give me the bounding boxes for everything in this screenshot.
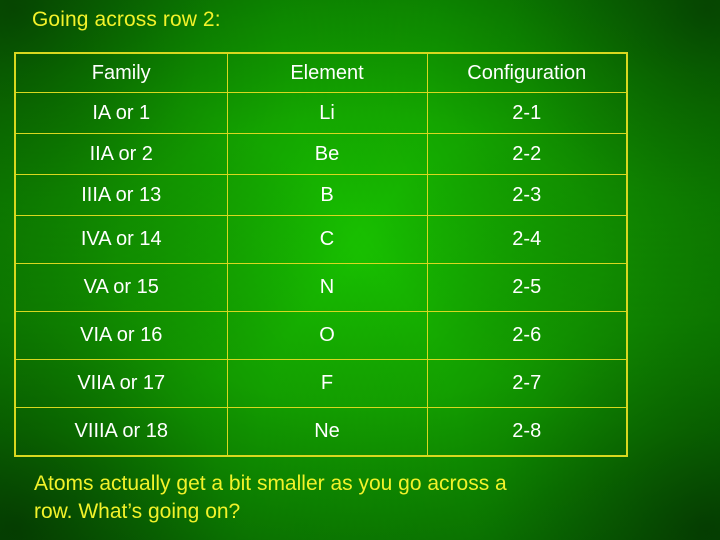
cell-element: Li (226, 92, 428, 134)
table-row: IA or 1 Li 2-1 (14, 92, 628, 134)
column-header-element: Element (226, 52, 428, 93)
cell-family: IIIA or 13 (14, 174, 228, 216)
cell-configuration: 2-2 (426, 133, 628, 175)
cell-configuration: 2-3 (426, 174, 628, 216)
table-row: VIIIA or 18 Ne 2-8 (14, 407, 628, 457)
footer-text: Atoms actually get a bit smaller as you … (34, 470, 694, 527)
periodic-row-table: Family Element Configuration IA or 1 Li … (14, 52, 628, 457)
table-row: IVA or 14 C 2-4 (14, 215, 628, 264)
footer-line-1: Atoms actually get a bit smaller as you … (34, 472, 507, 495)
column-header-family: Family (14, 52, 228, 93)
data-table: Family Element Configuration IA or 1 Li … (14, 52, 628, 457)
cell-family: VIA or 16 (14, 311, 228, 360)
cell-element: Be (226, 133, 428, 175)
cell-element: N (226, 263, 428, 312)
cell-element: B (226, 174, 428, 216)
slide: Going across row 2: Family Element Confi… (0, 0, 720, 540)
cell-configuration: 2-6 (426, 311, 628, 360)
cell-configuration: 2-8 (426, 407, 628, 457)
table-row: IIA or 2 Be 2-2 (14, 133, 628, 175)
cell-family: IA or 1 (14, 92, 228, 134)
cell-element: F (226, 359, 428, 408)
cell-configuration: 2-7 (426, 359, 628, 408)
cell-family: VIIIA or 18 (14, 407, 228, 457)
table-row: VA or 15 N 2-5 (14, 263, 628, 312)
cell-configuration: 2-4 (426, 215, 628, 264)
column-header-configuration: Configuration (426, 52, 628, 93)
page-title: Going across row 2: (32, 8, 221, 31)
table-row: IIIA or 13 B 2-3 (14, 174, 628, 216)
cell-configuration: 2-1 (426, 92, 628, 134)
footer-line-2: row. What’s going on? (34, 500, 241, 524)
cell-family: IVA or 14 (14, 215, 228, 264)
cell-family: IIA or 2 (14, 133, 228, 175)
cell-element: Ne (226, 407, 428, 457)
cell-family: VA or 15 (14, 263, 228, 312)
cell-family: VIIA or 17 (14, 359, 228, 408)
cell-element: O (226, 311, 428, 360)
cell-element: C (226, 215, 428, 264)
table-header-row: Family Element Configuration (14, 52, 628, 93)
table-row: VIIA or 17 F 2-7 (14, 359, 628, 408)
cell-configuration: 2-5 (426, 263, 628, 312)
table-row: VIA or 16 O 2-6 (14, 311, 628, 360)
